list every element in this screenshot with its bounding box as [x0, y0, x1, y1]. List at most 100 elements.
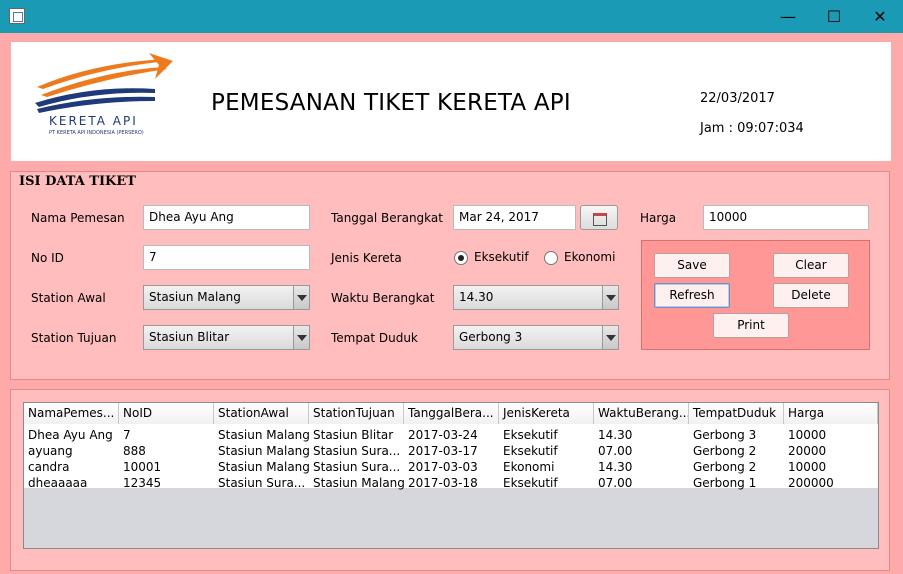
- table-cell: Gerbong 2: [693, 460, 757, 474]
- harga-field[interactable]: 10000: [703, 205, 869, 230]
- date-display: 22/03/2017: [700, 91, 775, 106]
- table-cell: 07.00: [598, 476, 633, 490]
- table-cell: ayuang: [28, 444, 73, 458]
- table-cell: 10000: [788, 460, 827, 474]
- chevron-down-icon[interactable]: [602, 286, 618, 309]
- column-header[interactable]: NamaPemes...: [24, 403, 119, 424]
- print-button[interactable]: Print: [713, 313, 789, 338]
- tanggal-field[interactable]: Mar 24, 2017: [453, 205, 576, 230]
- table-cell: Stasiun Sura...: [313, 444, 401, 458]
- clear-button[interactable]: Clear: [773, 253, 849, 278]
- maximize-button[interactable]: ☐: [811, 0, 857, 33]
- table-cell: 10000: [788, 428, 827, 442]
- harga-label: Harga: [640, 211, 677, 225]
- minimize-button[interactable]: —: [765, 0, 811, 33]
- table-cell: 888: [123, 444, 146, 458]
- delete-button[interactable]: Delete: [773, 283, 849, 308]
- train-arrow-logo-icon: KERETA API PT KERETA API INDONESIA (PERS…: [35, 53, 173, 136]
- station-tujuan-select[interactable]: Stasiun Blitar: [143, 325, 310, 350]
- table-cell: Eksekutif: [503, 476, 558, 490]
- table-cell: Gerbong 3: [693, 428, 757, 442]
- column-header[interactable]: StationAwal: [214, 403, 309, 424]
- table-cell: candra: [28, 460, 70, 474]
- column-header[interactable]: TempatDuduk: [689, 403, 784, 424]
- nama-label: Nama Pemesan: [31, 211, 125, 225]
- table-cell: 14.30: [598, 428, 633, 442]
- chevron-down-icon[interactable]: [293, 286, 309, 309]
- column-header[interactable]: WaktuBerang...: [594, 403, 689, 424]
- kereta-api-logo: KERETA API PT KERETA API INDONESIA (PERS…: [23, 49, 173, 139]
- ticket-table[interactable]: NamaPemes... NoID StationAwal StationTujuan…: [23, 402, 879, 549]
- action-button-panel: Save Clear Refresh Delete Print: [641, 240, 870, 350]
- station-awal-label: Station Awal: [31, 291, 106, 305]
- column-header[interactable]: JenisKereta: [499, 403, 594, 424]
- table-header: NamaPemes... NoID StationAwal StationTujuan…: [24, 403, 878, 424]
- station-tujuan-value: Stasiun Blitar: [149, 330, 230, 344]
- chevron-down-icon[interactable]: [602, 326, 618, 349]
- column-header[interactable]: StationTujuan: [309, 403, 404, 424]
- table-cell: 07.00: [598, 444, 633, 458]
- table-cell: 14.30: [598, 460, 633, 474]
- noid-label: No ID: [31, 251, 64, 265]
- table-cell: 2017-03-24: [408, 428, 478, 442]
- noid-field[interactable]: 7: [143, 245, 310, 270]
- table-cell: Gerbong 2: [693, 444, 757, 458]
- table-body: Dhea Ayu Ang 7 Stasiun Malang Stasiun Blita…: [24, 424, 878, 491]
- column-header[interactable]: Harga: [784, 403, 878, 424]
- waktu-label: Waktu Berangkat: [331, 291, 435, 305]
- table-cell: dheaaaaa: [28, 476, 88, 490]
- tempat-select[interactable]: Gerbong 3: [453, 325, 619, 350]
- tanggal-label: Tanggal Berangkat: [331, 211, 443, 225]
- logo-text: KERETA API: [49, 114, 138, 128]
- table-row[interactable]: ayuang 888 Stasiun Malang Stasiun Sura... 20…: [24, 443, 878, 459]
- table-cell: Eksekutif: [503, 444, 558, 458]
- table-row[interactable]: candra 10001 Stasiun Malang Stasiun Sura...…: [24, 459, 878, 475]
- column-header[interactable]: NoID: [119, 403, 214, 424]
- form-panel: ISI DATA TIKET Nama Pemesan Dhea Ayu Ang…: [10, 171, 890, 380]
- ekonomi-label[interactable]: Ekonomi: [564, 250, 615, 264]
- table-cell: Stasiun Malang: [218, 428, 309, 442]
- table-panel: NamaPemes... NoID StationAwal StationTujuan…: [10, 389, 890, 571]
- table-cell: 2017-03-17: [408, 444, 478, 458]
- eksekutif-label[interactable]: Eksekutif: [474, 250, 529, 264]
- eksekutif-radio[interactable]: [454, 251, 468, 265]
- jenis-label: Jenis Kereta: [331, 251, 402, 265]
- station-awal-select[interactable]: Stasiun Malang: [143, 285, 310, 310]
- waktu-value: 14.30: [459, 290, 494, 304]
- table-cell: Stasiun Malang: [218, 460, 309, 474]
- table-cell: 200000: [788, 476, 834, 490]
- form-title: ISI DATA TIKET: [19, 174, 136, 189]
- page-title: PEMESANAN TIKET KERETA API: [211, 90, 571, 116]
- ekonomi-radio[interactable]: [544, 251, 558, 265]
- column-header[interactable]: TanggalBera...: [404, 403, 499, 424]
- title-bar[interactable]: — ☐ ✕: [0, 0, 903, 33]
- logo-subtext: PT KERETA API INDONESIA (PERSERO): [49, 130, 144, 136]
- waktu-select[interactable]: 14.30: [453, 285, 619, 310]
- table-row[interactable]: Dhea Ayu Ang 7 Stasiun Malang Stasiun Blita…: [24, 427, 878, 443]
- table-cell: 2017-03-03: [408, 460, 478, 474]
- tempat-label: Tempat Duduk: [331, 331, 418, 345]
- app-window: — ☐ ✕ KERETA API PT KERETA API INDONESIA…: [0, 0, 903, 574]
- table-cell: 2017-03-18: [408, 476, 478, 490]
- table-cell: 10001: [123, 460, 162, 474]
- table-cell: 12345: [123, 476, 162, 490]
- calendar-button[interactable]: [580, 205, 618, 230]
- table-cell: Stasiun Malang: [313, 476, 404, 490]
- station-tujuan-label: Station Tujuan: [31, 331, 117, 345]
- table-cell: Gerbong 1: [693, 476, 757, 490]
- table-cell: Stasiun Sura...: [218, 476, 306, 490]
- refresh-button[interactable]: Refresh: [654, 283, 730, 308]
- tempat-value: Gerbong 3: [459, 330, 523, 344]
- client-area: KERETA API PT KERETA API INDONESIA (PERS…: [0, 33, 903, 574]
- chevron-down-icon[interactable]: [293, 326, 309, 349]
- save-button[interactable]: Save: [654, 253, 730, 278]
- table-cell: Ekonomi: [503, 460, 555, 474]
- close-button[interactable]: ✕: [857, 0, 903, 33]
- table-row[interactable]: dheaaaaa 12345 Stasiun Sura... Stasiun Mala…: [24, 475, 878, 491]
- table-cell: 20000: [788, 444, 827, 458]
- nama-field[interactable]: Dhea Ayu Ang: [143, 205, 310, 230]
- header-panel: KERETA API PT KERETA API INDONESIA (PERS…: [11, 42, 891, 161]
- table-cell: 7: [123, 428, 131, 442]
- table-cell: Eksekutif: [503, 428, 558, 442]
- table-cell: Stasiun Malang: [218, 444, 309, 458]
